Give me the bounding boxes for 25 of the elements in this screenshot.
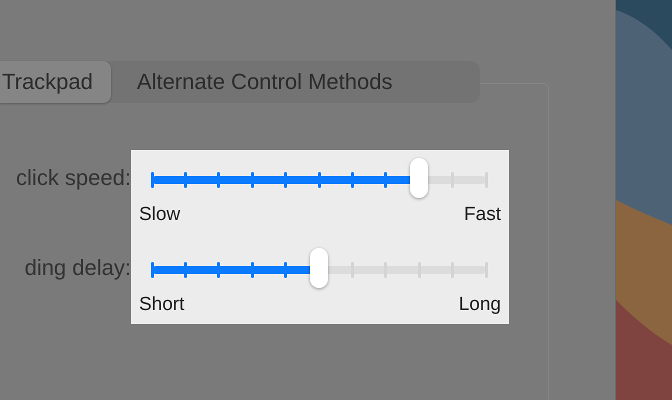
slider-label: ding delay:	[24, 256, 131, 280]
tick-mark	[284, 172, 288, 188]
tick-mark	[384, 172, 388, 188]
tick-mark	[184, 172, 187, 188]
tick-mark	[217, 172, 220, 188]
tick-mark	[284, 262, 288, 278]
slider-thumb[interactable]	[410, 158, 428, 198]
tick-mark	[150, 172, 154, 188]
slider[interactable]	[152, 160, 486, 200]
max-label: Long	[458, 294, 501, 316]
max-label: Fast	[464, 204, 501, 226]
tick-mark	[250, 172, 254, 188]
tick-mark	[250, 262, 254, 278]
slider-thumb[interactable]	[310, 248, 328, 288]
tick-mark	[150, 262, 154, 278]
tick-mark	[184, 262, 187, 278]
min-label: Slow	[139, 204, 180, 226]
min-label: Short	[139, 294, 184, 316]
slider[interactable]	[152, 250, 486, 290]
slider-label: click speed:	[16, 166, 131, 190]
tick-mark	[217, 262, 220, 278]
tick-mark	[318, 172, 320, 188]
tick-mark	[350, 172, 354, 188]
tab[interactable]: Trackpad	[0, 61, 111, 103]
tab[interactable]: Alternate Control Methods	[110, 61, 418, 103]
